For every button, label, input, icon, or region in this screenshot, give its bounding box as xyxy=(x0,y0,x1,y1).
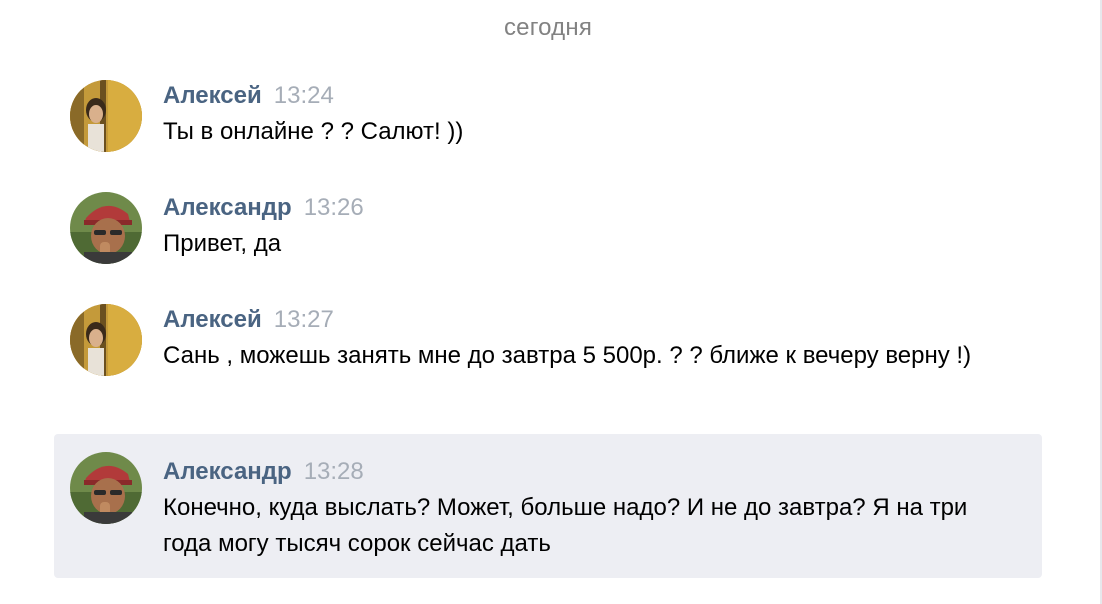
message-time[interactable]: 13:26 xyxy=(304,194,364,221)
message-time[interactable]: 13:24 xyxy=(274,82,334,109)
message-time[interactable]: 13:28 xyxy=(304,458,364,485)
message-item[interactable]: Александр 13:26 Привет, да xyxy=(54,192,1042,272)
author-name[interactable]: Алексей xyxy=(163,306,262,333)
author-name[interactable]: Александр xyxy=(163,194,292,221)
author-name[interactable]: Александр xyxy=(163,458,292,485)
user-avatar-aleksandr-icon[interactable] xyxy=(70,452,142,524)
message-text: Конечно, куда выслать? Может, больше над… xyxy=(163,494,968,557)
message-text: Сань , можешь занять мне до завтра 5 500… xyxy=(163,342,972,369)
message-item[interactable]: Алексей 13:24 Ты в онлайне ? ? Салют! )) xyxy=(54,80,1042,160)
message-item-highlighted[interactable]: Александр 13:28 Конечно, куда выслать? Мо… xyxy=(54,434,1042,578)
message-text: Привет, да xyxy=(163,230,282,257)
message-header: Алексей 13:24 xyxy=(163,80,334,112)
message-header: Алексей 13:27 xyxy=(163,304,334,336)
author-name[interactable]: Алексей xyxy=(163,82,262,109)
message-item[interactable]: Алексей 13:27 Сань , можешь занять мне до… xyxy=(54,304,1042,416)
message-time[interactable]: 13:27 xyxy=(274,306,334,333)
date-separator: сегодня xyxy=(503,14,593,41)
message-header: Александр 13:28 xyxy=(163,456,364,488)
user-avatar-aleksandr-icon[interactable] xyxy=(70,192,142,264)
user-avatar-aleksey-icon[interactable] xyxy=(70,80,142,152)
chat-history: сегодня Алексей 13:24 Ты в онлайне ? ? Са… xyxy=(0,0,1102,604)
user-avatar-aleksey-icon[interactable] xyxy=(70,304,142,376)
message-text: Ты в онлайне ? ? Салют! )) xyxy=(163,118,464,145)
message-header: Александр 13:26 xyxy=(163,192,364,224)
